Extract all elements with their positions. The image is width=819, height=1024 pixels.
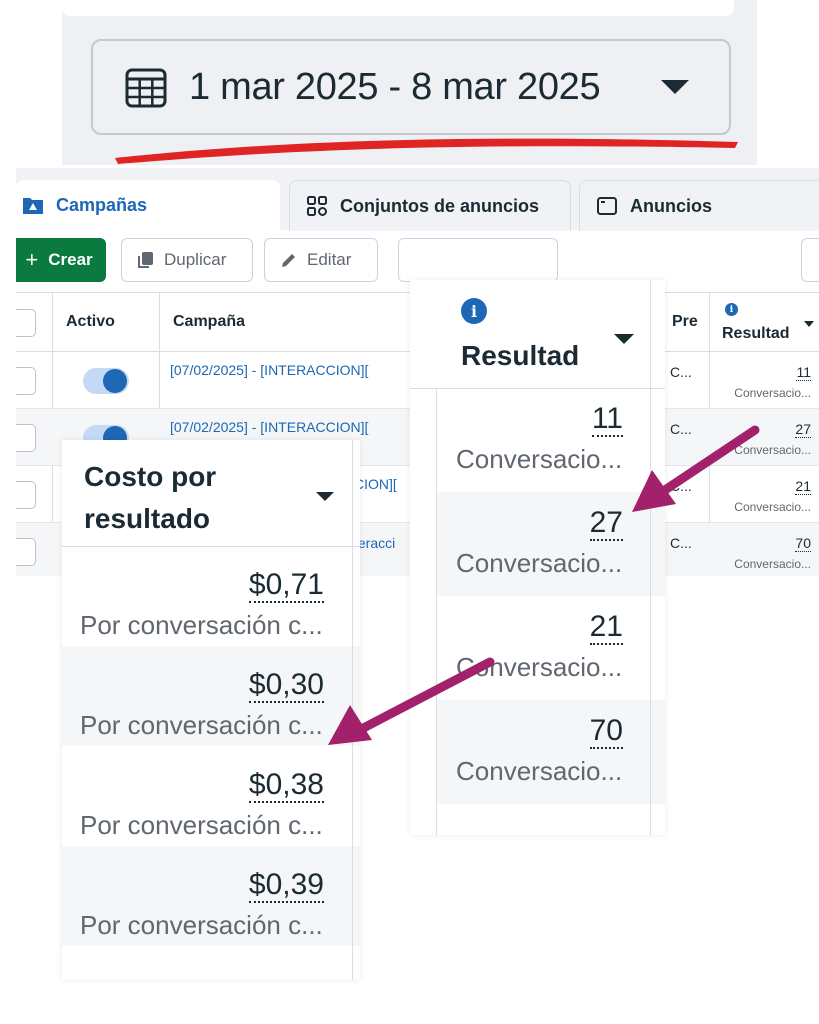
cost-subtitle: Por conversación c... [80, 710, 323, 740]
campaign-link[interactable]: [07/02/2025] - [INTERACCION][ [170, 419, 368, 435]
zoomed-result-row: 27 Conversacio... [436, 492, 665, 596]
cost-value: $0,71 [248, 568, 324, 603]
cost-value: $0,30 [248, 668, 324, 703]
sort-caret-icon[interactable] [804, 321, 814, 327]
create-button[interactable]: + Crear [16, 238, 106, 282]
zoomed-cost-title: Costo por resultado [84, 456, 216, 540]
date-range-label: 1 mar 2025 - 8 mar 2025 [189, 65, 601, 108]
result-subtitle: Conversacio... [456, 548, 623, 578]
header-active[interactable]: Activo [66, 313, 115, 331]
date-range-button[interactable]: 1 mar 2025 - 8 mar 2025 [91, 39, 731, 135]
create-label: Crear [48, 250, 93, 269]
duplicate-button[interactable]: Duplicar [121, 238, 253, 282]
sort-caret-icon[interactable] [316, 492, 334, 501]
result-value: 70 [795, 535, 811, 552]
copy-icon [138, 252, 153, 268]
top-card [62, 0, 734, 16]
edit-label: Editar [307, 250, 352, 269]
cost-subtitle: Por conversación c... [80, 910, 323, 940]
result-subtitle: Conversacio... [734, 443, 811, 457]
calendar-icon [125, 68, 167, 108]
zoomed-result-column: i Resultad 11 Conversacio... 27 Conversa… [410, 280, 665, 835]
zoomed-cost-row: $0,71 Por conversación c... [62, 546, 360, 646]
window-icon [597, 197, 617, 215]
tab-ads[interactable]: Anuncios [579, 180, 819, 231]
caret-down-icon [661, 80, 689, 94]
result-subtitle: Conversacio... [734, 500, 811, 514]
tab-campaigns[interactable]: Campañas [16, 180, 280, 230]
tab-label: Anuncios [630, 195, 713, 216]
column-divider [352, 440, 353, 980]
info-icon[interactable]: i [725, 303, 738, 316]
info-icon[interactable]: i [461, 298, 487, 324]
result-value: 70 [589, 714, 623, 749]
more-actions-button[interactable] [398, 238, 558, 282]
row-checkbox[interactable] [16, 424, 36, 452]
pencil-icon [282, 254, 295, 267]
grid-icon [307, 196, 327, 216]
zoomed-result-row: 11 Conversacio... [436, 388, 665, 492]
header-result[interactable]: Resultad [722, 325, 790, 343]
tab-label: Campañas [56, 194, 148, 215]
result-value: 21 [795, 478, 811, 495]
cost-value: $0,38 [248, 768, 324, 803]
cost-subtitle: Por conversación c... [80, 810, 323, 840]
tab-label: Conjuntos de anuncios [340, 195, 540, 216]
folder-icon [23, 198, 43, 214]
active-toggle[interactable] [83, 368, 129, 394]
zoomed-result-row: 21 Conversacio... [436, 596, 665, 700]
title-line: resultado [84, 503, 211, 534]
plus-icon: + [25, 247, 39, 272]
pre-cell: C... [670, 364, 692, 380]
tab-ad-sets[interactable]: Conjuntos de anuncios [289, 180, 571, 231]
campaign-link[interactable]: CION][ [354, 476, 397, 492]
result-value: 11 [796, 364, 811, 381]
campaign-link[interactable]: teracci [354, 535, 395, 551]
red-underline-annotation [115, 138, 738, 164]
campaign-link[interactable]: [07/02/2025] - [INTERACCION][ [170, 362, 368, 378]
row-checkbox[interactable] [16, 481, 36, 509]
result-value: 11 [591, 402, 623, 437]
zoomed-cost-column: Costo por resultado $0,71 Por conversaci… [62, 440, 360, 980]
edit-button[interactable]: Editar [264, 238, 378, 282]
title-line: Costo por [84, 461, 217, 492]
row-checkbox[interactable] [16, 538, 36, 566]
zoomed-result-row: 70 Conversacio... [436, 700, 665, 804]
zoomed-cost-row: $0,30 Por conversación c... [62, 646, 360, 746]
result-subtitle: Conversacio... [456, 756, 623, 786]
pre-cell: C... [670, 535, 692, 551]
zoomed-cost-row: $0,38 Por conversación c... [62, 746, 360, 846]
column-divider [436, 388, 437, 835]
result-value: 27 [795, 421, 811, 438]
result-subtitle: Conversacio... [456, 652, 623, 682]
column-divider [650, 280, 651, 835]
pre-cell: C... [670, 421, 692, 437]
row-checkbox[interactable] [16, 367, 36, 395]
cost-subtitle: Por conversación c... [80, 610, 323, 640]
view-settings-button[interactable] [801, 238, 819, 282]
header-campaign[interactable]: Campaña [173, 313, 245, 331]
select-all-checkbox[interactable] [16, 309, 36, 337]
tabs-bar: Campañas Conjuntos de anuncios Anuncios [16, 168, 819, 231]
zoomed-result-title: Resultad [461, 340, 580, 371]
result-value: 27 [589, 506, 623, 541]
cost-value: $0,39 [248, 868, 324, 903]
sort-caret-icon[interactable] [614, 334, 634, 344]
result-subtitle: Conversacio... [734, 557, 811, 571]
result-subtitle: Conversacio... [456, 444, 623, 474]
zoomed-cost-header[interactable]: Costo por resultado [62, 440, 360, 547]
header-pre[interactable]: Pre [672, 313, 698, 331]
pre-cell: C... [670, 478, 692, 494]
duplicate-label: Duplicar [164, 250, 227, 269]
result-value: 21 [589, 610, 623, 645]
zoomed-cost-row: $0,39 Por conversación c... [62, 846, 360, 946]
zoomed-result-header[interactable]: i Resultad [410, 280, 665, 389]
result-subtitle: Conversacio... [734, 386, 811, 400]
